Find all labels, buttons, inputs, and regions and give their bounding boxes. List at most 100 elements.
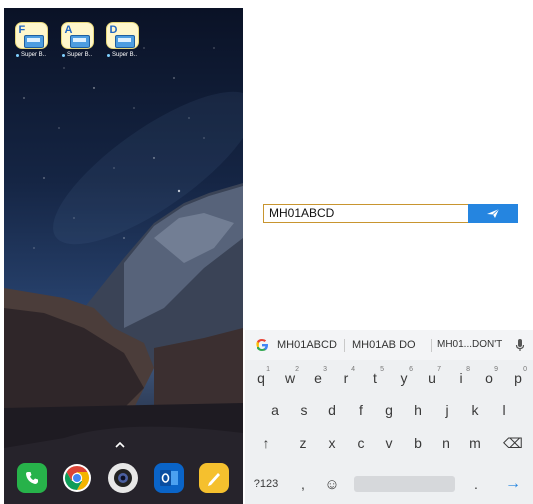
key-label: d <box>328 402 336 418</box>
key-label: h <box>414 402 422 418</box>
key-label: p <box>514 370 522 386</box>
key-label: x <box>328 435 336 451</box>
app-super-bus-a[interactable]: A Super B.. <box>60 22 94 58</box>
key-label: l <box>502 402 506 418</box>
phone-icon[interactable] <box>17 463 47 493</box>
key-z[interactable]: z <box>292 431 314 455</box>
key-hint: 7 <box>437 366 441 373</box>
key-label: g <box>385 402 393 418</box>
key-label: t <box>373 370 377 386</box>
outlook-icon[interactable] <box>154 463 184 493</box>
key-h[interactable]: h <box>407 398 429 422</box>
key-label: ?123 <box>253 478 279 490</box>
app-label-text: Super B.. <box>66 52 92 58</box>
key-label: y <box>400 370 408 386</box>
bus-app-icon: D <box>105 22 139 49</box>
key-label: j <box>445 402 449 418</box>
suggestion-divider <box>344 339 345 352</box>
enter-key[interactable]: → <box>502 472 524 496</box>
send-icon <box>487 208 500 218</box>
app-label: Super B.. <box>106 52 137 58</box>
key-label: v <box>385 435 393 451</box>
home-screen: F Super B.. A Super B.. D Super B.. <box>4 8 243 504</box>
key-q[interactable]: q1 <box>250 366 272 390</box>
backspace-key[interactable]: ⌫ <box>502 431 524 455</box>
key-d[interactable]: d <box>321 398 343 422</box>
camera-icon[interactable] <box>108 463 138 493</box>
emoji-key[interactable]: ☺ <box>321 472 343 496</box>
key-x[interactable]: x <box>321 431 343 455</box>
key-label: k <box>471 402 479 418</box>
key-k[interactable]: k <box>464 398 486 422</box>
message-compose-row <box>263 204 519 223</box>
key-a[interactable]: a <box>264 398 286 422</box>
suggestion-1[interactable]: MH01ABCD <box>277 339 337 351</box>
key-s[interactable]: s <box>293 398 315 422</box>
app-super-bus-d[interactable]: D Super B.. <box>105 22 139 58</box>
key-label: f <box>359 402 363 418</box>
key-i[interactable]: i8 <box>450 366 472 390</box>
key-label: w <box>284 370 296 386</box>
key-label: i <box>459 370 463 386</box>
message-input[interactable] <box>263 204 471 223</box>
bus-app-icon: A <box>60 22 94 49</box>
key-c[interactable]: c <box>350 431 372 455</box>
enter-arrow-icon: → <box>505 475 521 492</box>
shift-key[interactable]: ↑ <box>255 431 277 455</box>
key-t[interactable]: t5 <box>364 366 386 390</box>
key-e[interactable]: e3 <box>307 366 329 390</box>
period-key[interactable]: . <box>465 472 487 496</box>
symbols-key[interactable]: ?123 <box>251 472 281 496</box>
key-label: n <box>442 435 450 451</box>
key-hint: 0 <box>523 366 527 373</box>
key-r[interactable]: r4 <box>335 366 357 390</box>
key-label: e <box>314 370 322 386</box>
key-f[interactable]: f <box>350 398 372 422</box>
key-label: . <box>474 476 478 492</box>
key-l[interactable]: l <box>493 398 515 422</box>
key-hint: 9 <box>494 366 498 373</box>
key-n[interactable]: n <box>435 431 457 455</box>
key-label: z <box>299 435 307 451</box>
key-hint: 3 <box>323 366 327 373</box>
key-label: r <box>343 370 349 386</box>
key-p[interactable]: p0 <box>507 366 529 390</box>
google-icon[interactable] <box>255 338 269 352</box>
key-label: m <box>469 435 481 451</box>
bus-app-icon: F <box>14 22 48 49</box>
key-label: o <box>485 370 493 386</box>
key-u[interactable]: u7 <box>421 366 443 390</box>
key-hint: 2 <box>295 366 299 373</box>
chat-screen: MH01ABCD MH01AB DO MH01...DON'T q1 w2 e3… <box>245 8 533 504</box>
send-button[interactable] <box>468 204 518 223</box>
key-y[interactable]: y6 <box>393 366 415 390</box>
suggestion-3[interactable]: MH01...DON'T <box>437 339 502 350</box>
key-v[interactable]: v <box>378 431 400 455</box>
suggestion-2[interactable]: MH01AB DO <box>352 339 416 351</box>
key-w[interactable]: w2 <box>279 366 301 390</box>
app-label-text: Super B.. <box>111 52 137 58</box>
key-label: u <box>428 370 436 386</box>
app-super-bus-f[interactable]: F Super B.. <box>14 22 48 58</box>
chrome-icon[interactable] <box>62 463 92 493</box>
key-b[interactable]: b <box>407 431 429 455</box>
space-key[interactable] <box>354 476 455 492</box>
app-label-text: Super B.. <box>20 52 46 58</box>
key-hint: 5 <box>380 366 384 373</box>
suggestion-divider <box>431 339 432 352</box>
notes-icon[interactable] <box>199 463 229 493</box>
key-label: , <box>301 476 305 492</box>
key-j[interactable]: j <box>436 398 458 422</box>
key-hint: 6 <box>409 366 413 373</box>
key-o[interactable]: o9 <box>478 366 500 390</box>
app-drawer-chevron-icon[interactable] <box>115 438 125 450</box>
emoji-icon: ☺ <box>324 475 340 493</box>
key-label: q <box>257 370 265 386</box>
app-label: Super B.. <box>61 52 92 58</box>
microphone-icon[interactable] <box>515 338 525 352</box>
comma-key[interactable]: , <box>292 472 314 496</box>
key-m[interactable]: m <box>464 431 486 455</box>
key-label: a <box>271 402 279 418</box>
key-g[interactable]: g <box>378 398 400 422</box>
suggestion-bar: MH01ABCD MH01AB DO MH01...DON'T <box>245 330 533 360</box>
